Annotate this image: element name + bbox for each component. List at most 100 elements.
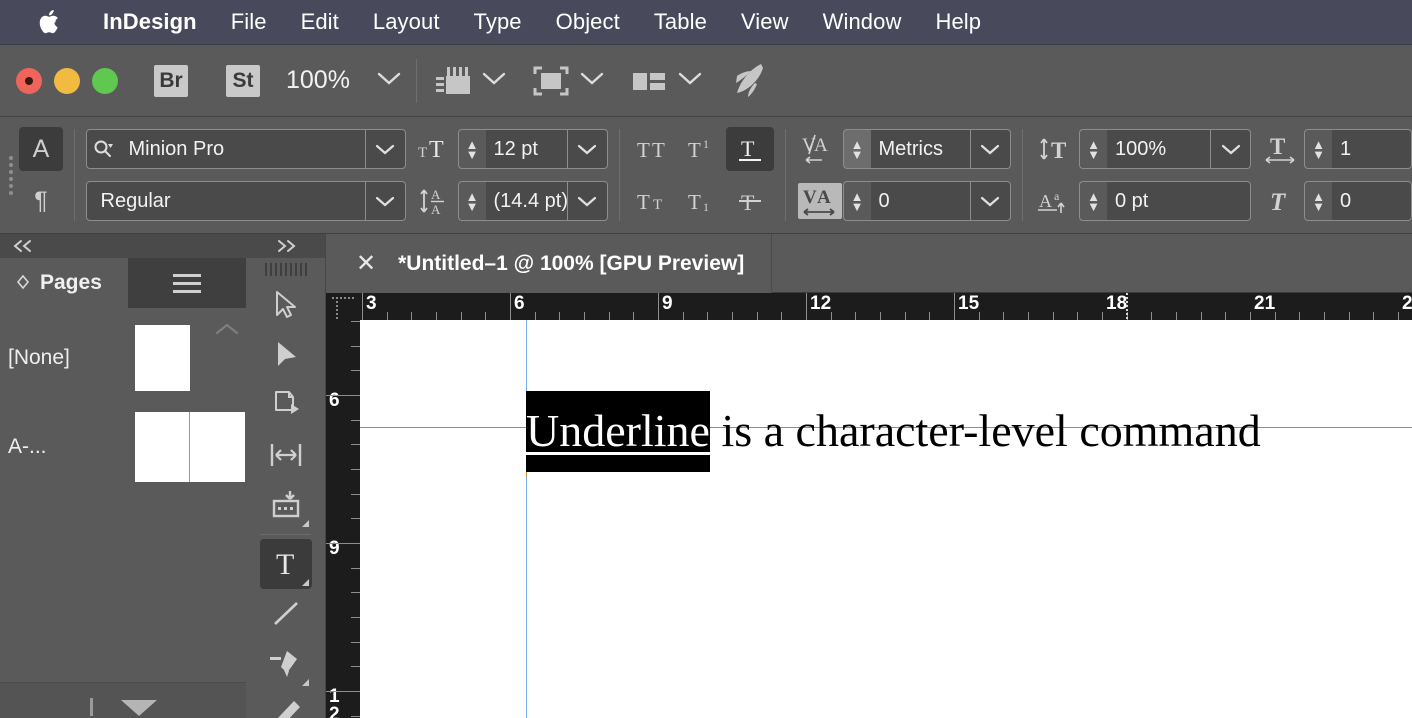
strikethrough-button[interactable]: T	[726, 179, 774, 223]
superscript-button[interactable]: T 1	[678, 127, 726, 171]
character-formatting-button[interactable]: A	[19, 127, 63, 171]
discover-rocket-icon[interactable]	[727, 60, 771, 102]
selected-text[interactable]: Underline	[526, 391, 710, 472]
selection-tool[interactable]	[260, 280, 312, 330]
menu-item-type[interactable]: Type	[457, 9, 539, 35]
font-style-field[interactable]: Regular	[85, 181, 406, 221]
adobe-stock-button[interactable]: St	[226, 64, 260, 97]
all-caps-button[interactable]: T T	[630, 127, 678, 171]
horizontal-ruler[interactable]: 3 6 9 12 15 18 21 24	[326, 293, 1412, 320]
menu-item-indesign[interactable]: InDesign	[86, 9, 214, 35]
underline-button[interactable]: T	[726, 127, 774, 171]
skew-field[interactable]: 0	[1332, 181, 1412, 221]
new-page-icon[interactable]	[89, 698, 93, 716]
tool-flyout-indicator-icon[interactable]	[301, 679, 309, 686]
master-page-thumbnail-left[interactable]	[135, 412, 190, 482]
unselected-text[interactable]: is a character-level command	[710, 405, 1260, 456]
frame-fitting-icon[interactable]	[529, 62, 573, 100]
master-page-thumbnail-right[interactable]	[190, 412, 245, 482]
font-style-chevron-down-icon[interactable]	[364, 182, 405, 220]
kerning-chevron-down-icon[interactable]	[969, 130, 1010, 168]
font-size-icon: T T	[412, 127, 458, 171]
vertical-scale-chevron-down-icon[interactable]	[1210, 130, 1250, 168]
line-tool[interactable]	[260, 589, 312, 639]
baseline-shift-field[interactable]: 0 pt	[1107, 181, 1251, 221]
menu-item-file[interactable]: File	[214, 9, 284, 35]
zoom-level-chevron-down-icon[interactable]	[376, 70, 402, 92]
workspace-chevron-down-icon[interactable]	[677, 70, 703, 92]
pencil-tool[interactable]	[260, 689, 312, 718]
document-tab[interactable]: ✕ *Untitled–1 @ 100% [GPU Preview]	[326, 234, 772, 293]
kerning-field[interactable]: Metrics	[870, 129, 1011, 169]
page-tool[interactable]	[260, 380, 312, 430]
subscript-button[interactable]: T 1	[678, 179, 726, 223]
menu-item-window[interactable]: Window	[806, 9, 919, 35]
master-page-thumbnail[interactable]	[135, 325, 190, 391]
kerning-value: Metrics	[878, 137, 943, 160]
tools-panel-grip[interactable]	[246, 258, 325, 280]
tool-flyout-indicator-icon[interactable]	[301, 579, 309, 586]
close-window-button[interactable]	[16, 67, 42, 94]
menu-item-view[interactable]: View	[724, 9, 806, 35]
vertical-scale-field[interactable]: 100%	[1107, 129, 1251, 169]
baseline-shift-stepper[interactable]: ▲ ▼	[1079, 181, 1107, 221]
leading-field[interactable]: (14.4 pt)	[485, 181, 608, 221]
menu-item-table[interactable]: Table	[637, 9, 724, 35]
screen-mode-chevron-down-icon[interactable]	[481, 70, 507, 92]
frame-fitting-chevron-down-icon[interactable]	[579, 70, 605, 92]
tracking-field[interactable]: 0	[870, 181, 1011, 221]
horizontal-scale-field[interactable]: 1	[1332, 129, 1412, 169]
vertical-scale-stepper[interactable]: ▲ ▼	[1079, 129, 1107, 169]
horizontal-scale-stepper[interactable]: ▲ ▼	[1304, 129, 1332, 169]
small-caps-button[interactable]: T T	[630, 179, 678, 223]
close-tab-icon[interactable]: ✕	[356, 251, 376, 276]
zoom-window-button[interactable]	[92, 67, 118, 94]
font-family-chevron-down-icon[interactable]	[364, 130, 405, 168]
kerning-stepper[interactable]: ▲ ▼	[842, 129, 871, 169]
panel-menu-button[interactable]	[128, 258, 246, 308]
collapse-left-icon[interactable]	[0, 234, 246, 258]
workspace-layout-icon[interactable]	[627, 62, 671, 100]
vertical-ruler[interactable]: 6 9 12	[326, 320, 360, 718]
pen-tool[interactable]	[260, 639, 312, 689]
minimize-window-button[interactable]	[54, 67, 80, 94]
menu-item-help[interactable]: Help	[918, 9, 998, 35]
zoom-level-value[interactable]: 100%	[286, 66, 370, 95]
gap-tool[interactable]	[260, 430, 312, 480]
font-size-stepper[interactable]: ▲ ▼	[457, 129, 486, 169]
master-page-label: A-...	[8, 435, 47, 458]
apple-logo-icon[interactable]	[38, 7, 64, 37]
panel-grip[interactable]	[8, 153, 13, 197]
menu-item-edit[interactable]: Edit	[284, 9, 356, 35]
tracking-stepper[interactable]: ▲ ▼	[842, 181, 871, 221]
adobe-bridge-button[interactable]: Br	[154, 64, 188, 97]
page-navigation-dropdown-icon[interactable]	[120, 700, 157, 716]
font-size-chevron-down-icon[interactable]	[566, 130, 607, 168]
tool-flyout-indicator-icon[interactable]	[301, 520, 309, 527]
skew-stepper[interactable]: ▲ ▼	[1304, 181, 1332, 221]
tracking-chevron-down-icon[interactable]	[969, 182, 1010, 220]
master-page-row-none[interactable]: [None]	[0, 308, 246, 394]
content-collector-tool[interactable]	[260, 480, 312, 530]
master-page-spread[interactable]	[135, 412, 245, 482]
master-page-row-a[interactable]: A-...	[0, 394, 246, 482]
document-text-line[interactable]: Underline is a character-level command	[526, 391, 1261, 472]
font-family-field[interactable]: Minion Pro	[85, 129, 406, 169]
type-tool[interactable]: T	[259, 539, 312, 589]
tab-pages[interactable]: Pages	[0, 258, 128, 308]
ruler-origin-box[interactable]	[326, 293, 360, 320]
paragraph-formatting-button[interactable]: ¶	[19, 179, 63, 223]
leading-chevron-down-icon[interactable]	[566, 182, 607, 220]
hruler-label: 6	[514, 293, 525, 314]
collapse-right-icon[interactable]	[246, 234, 325, 258]
menu-item-object[interactable]: Object	[539, 9, 637, 35]
scroll-up-icon[interactable]	[214, 322, 240, 341]
control-panel-divider	[74, 129, 75, 221]
direct-selection-tool[interactable]	[260, 330, 312, 380]
screen-mode-icon[interactable]	[431, 62, 475, 100]
leading-stepper[interactable]: ▲ ▼	[457, 181, 486, 221]
menu-item-layout[interactable]: Layout	[356, 9, 457, 35]
document-canvas[interactable]: Underline is a character-level command	[360, 320, 1412, 718]
panel-collapse-diamond-icon[interactable]	[14, 273, 32, 294]
font-size-field[interactable]: 12 pt	[485, 129, 608, 169]
